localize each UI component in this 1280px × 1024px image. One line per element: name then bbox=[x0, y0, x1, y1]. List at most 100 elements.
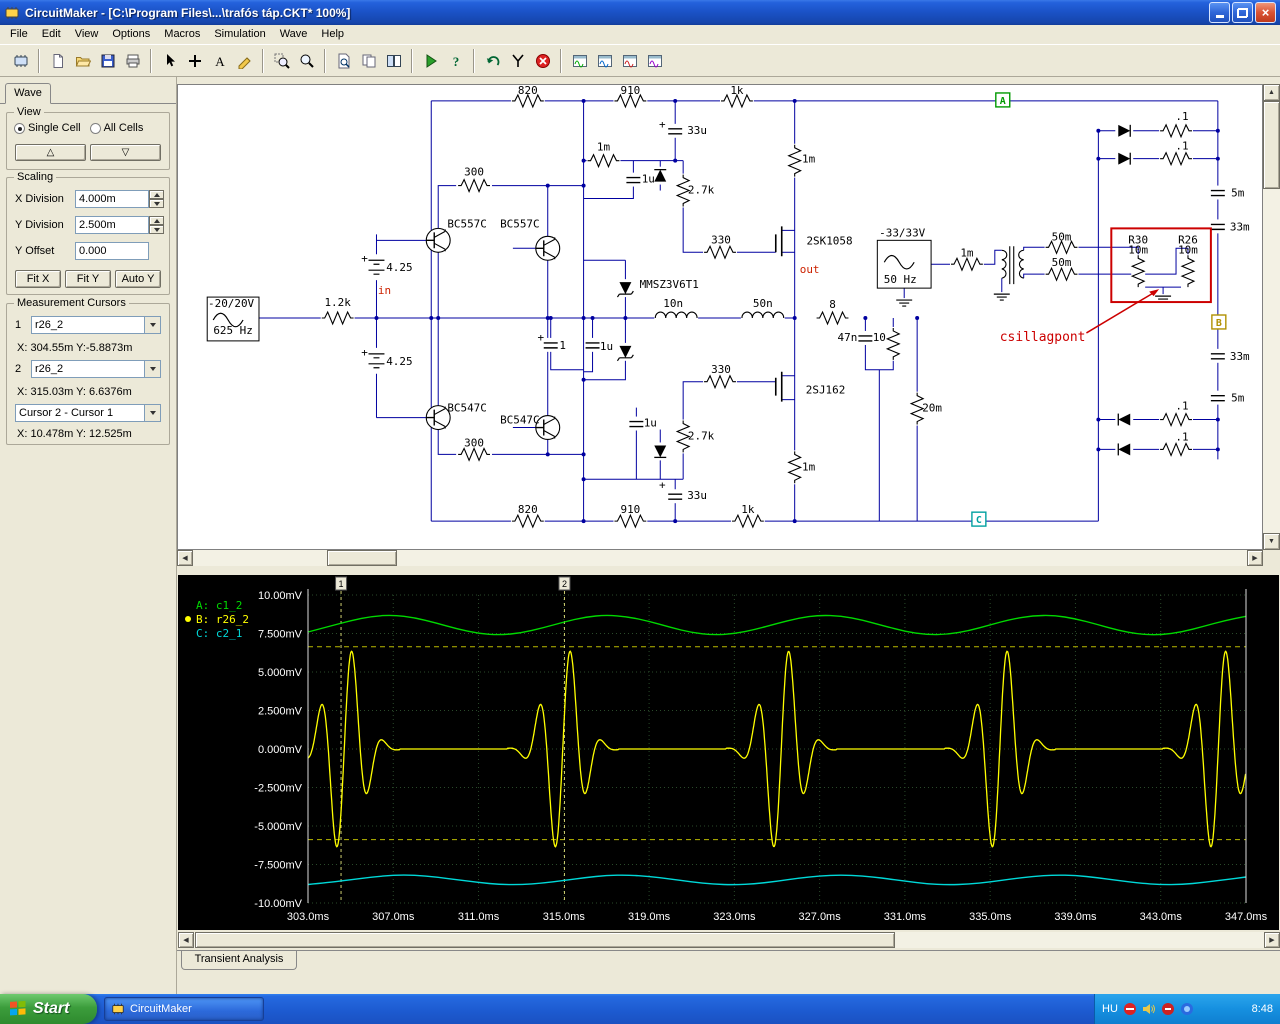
component-label: 1u bbox=[600, 340, 613, 353]
spin-down-icon bbox=[153, 201, 160, 206]
scope-2-button[interactable] bbox=[592, 48, 617, 73]
search-button[interactable] bbox=[331, 48, 356, 73]
previous-wave-button[interactable]: △ bbox=[15, 144, 86, 161]
undo-button[interactable] bbox=[480, 48, 505, 73]
menu-help[interactable]: Help bbox=[314, 26, 351, 43]
cursor2-signal-select[interactable]: r26_2 bbox=[31, 360, 161, 378]
mosfet-2sk1058 bbox=[774, 226, 783, 257]
cursor1-signal-select[interactable]: r26_2 bbox=[31, 316, 161, 334]
toolbar-separator bbox=[324, 48, 326, 73]
cursor1-number: 1 bbox=[15, 319, 22, 331]
add-part-button[interactable] bbox=[182, 48, 207, 73]
add-part-icon bbox=[188, 54, 201, 67]
minimize-icon bbox=[1215, 15, 1224, 18]
start-button[interactable]: Start bbox=[0, 994, 97, 1024]
scroll-right-button[interactable]: ▶ bbox=[1247, 550, 1263, 566]
dropdown-button[interactable] bbox=[144, 317, 160, 333]
x-division-spinner[interactable] bbox=[149, 190, 164, 208]
menu-wave[interactable]: Wave bbox=[273, 26, 315, 43]
schematic-viewport[interactable]: 820 910 1k + 33u 1m 1m 300 1u 2.7k BC557C BC557C 330… bbox=[177, 84, 1263, 550]
minimize-button[interactable] bbox=[1209, 2, 1230, 23]
component-label: MMSZ3V6T1 bbox=[640, 278, 699, 291]
print-button[interactable] bbox=[120, 48, 145, 73]
scope-4-icon bbox=[647, 54, 662, 67]
auto-y-button[interactable]: Auto Y bbox=[115, 270, 161, 288]
waveform-horizontal-scrollbar[interactable]: ◀ ▶ bbox=[178, 932, 1280, 948]
menu-file[interactable]: File bbox=[3, 26, 35, 43]
menu-simulation[interactable]: Simulation bbox=[207, 26, 272, 43]
menu-options[interactable]: Options bbox=[105, 26, 157, 43]
new-button[interactable] bbox=[45, 48, 70, 73]
y-offset-input[interactable] bbox=[75, 242, 149, 260]
scope-3-button[interactable] bbox=[617, 48, 642, 73]
wire-button[interactable] bbox=[232, 48, 257, 73]
measurement-cursors-group: Measurement Cursors 1 r26_2 X: 304.55m Y… bbox=[6, 297, 170, 445]
all-cells-radio[interactable] bbox=[89, 122, 101, 134]
next-wave-button[interactable]: ▽ bbox=[90, 144, 161, 161]
fit-x-button[interactable]: Fit X bbox=[15, 270, 61, 288]
scroll-up-button[interactable]: ▲ bbox=[1263, 84, 1280, 101]
copy-button[interactable] bbox=[356, 48, 381, 73]
scroll-left-button[interactable]: ◀ bbox=[178, 932, 194, 948]
save-button[interactable] bbox=[95, 48, 120, 73]
scope-4-button[interactable] bbox=[642, 48, 667, 73]
scroll-down-button[interactable]: ▼ bbox=[1263, 533, 1280, 550]
menu-view[interactable]: View bbox=[68, 26, 106, 43]
mosfet-2sj162 bbox=[774, 371, 783, 402]
save-icon bbox=[101, 54, 114, 67]
zoom-area-button[interactable] bbox=[269, 48, 294, 73]
run-button[interactable] bbox=[418, 48, 443, 73]
fit-y-button[interactable]: Fit Y bbox=[65, 270, 111, 288]
x-division-input[interactable] bbox=[75, 190, 149, 208]
spin-down-icon bbox=[153, 227, 160, 232]
open-button[interactable] bbox=[70, 48, 95, 73]
text-button[interactable]: A bbox=[207, 48, 232, 73]
scroll-thumb[interactable] bbox=[327, 550, 397, 566]
single-cell-radio[interactable] bbox=[14, 122, 25, 134]
analysis-tab-strip bbox=[177, 950, 1280, 951]
taskbar-app-circuitmaker[interactable]: CircuitMaker bbox=[104, 997, 264, 1021]
parts-bin-button[interactable] bbox=[8, 48, 33, 73]
dropdown-button[interactable] bbox=[144, 405, 160, 421]
probe-marker-letter: A bbox=[1000, 96, 1006, 107]
close-button[interactable]: × bbox=[1255, 2, 1276, 23]
language-indicator[interactable]: HU bbox=[1102, 1003, 1118, 1015]
menu-edit[interactable]: Edit bbox=[35, 26, 68, 43]
tab-transient-analysis[interactable]: Transient Analysis bbox=[181, 951, 297, 970]
schematic-vertical-scrollbar[interactable]: ▲ ▼ bbox=[1263, 84, 1280, 550]
scroll-thumb[interactable] bbox=[195, 932, 895, 948]
scope-3-icon bbox=[622, 54, 637, 67]
help-button[interactable]: ? bbox=[443, 48, 468, 73]
tray-alert-icon[interactable] bbox=[1161, 1002, 1175, 1016]
waveform-plot[interactable]: 1 2 10.00mV 7.500mV 5.000mV 2.500mV 0.000mV -2.… bbox=[178, 575, 1279, 930]
volume-icon[interactable] bbox=[1142, 1002, 1156, 1016]
component-label: 4.25 bbox=[386, 355, 412, 368]
tab-wave[interactable]: Wave bbox=[5, 83, 51, 104]
restore-button[interactable] bbox=[1232, 2, 1253, 23]
zoom-button[interactable] bbox=[294, 48, 319, 73]
select-button[interactable] bbox=[157, 48, 182, 73]
cursor-diff-select[interactable]: Cursor 2 - Cursor 1 bbox=[15, 404, 161, 422]
scroll-thumb[interactable] bbox=[1263, 101, 1280, 189]
toolbar-separator bbox=[411, 48, 413, 73]
svg-text:-7.500mV: -7.500mV bbox=[254, 860, 302, 872]
tray-network-icon[interactable] bbox=[1180, 1002, 1194, 1016]
probe-button[interactable] bbox=[505, 48, 530, 73]
split-view-button[interactable] bbox=[381, 48, 406, 73]
spin-up-icon bbox=[153, 218, 160, 223]
clock[interactable]: 8:48 bbox=[1252, 1003, 1273, 1015]
stop-button[interactable] bbox=[530, 48, 555, 73]
scope-1-button[interactable] bbox=[567, 48, 592, 73]
component-label: 33m bbox=[1230, 350, 1250, 363]
axis-labels: 10.00mV 7.500mV 5.000mV 2.500mV 0.000mV -2.50… bbox=[254, 590, 1267, 923]
menu-macros[interactable]: Macros bbox=[157, 26, 207, 43]
component-label: 1k bbox=[730, 84, 744, 97]
schematic-horizontal-scrollbar[interactable]: ◀ ▶ bbox=[177, 550, 1263, 566]
y-division-input[interactable] bbox=[75, 216, 149, 234]
dropdown-button[interactable] bbox=[144, 361, 160, 377]
y-division-spinner[interactable] bbox=[149, 216, 164, 234]
scroll-right-button[interactable]: ▶ bbox=[1264, 932, 1280, 948]
scroll-left-button[interactable]: ◀ bbox=[177, 550, 193, 566]
scope-2-icon bbox=[597, 54, 612, 67]
tray-status-icon[interactable] bbox=[1123, 1002, 1137, 1016]
